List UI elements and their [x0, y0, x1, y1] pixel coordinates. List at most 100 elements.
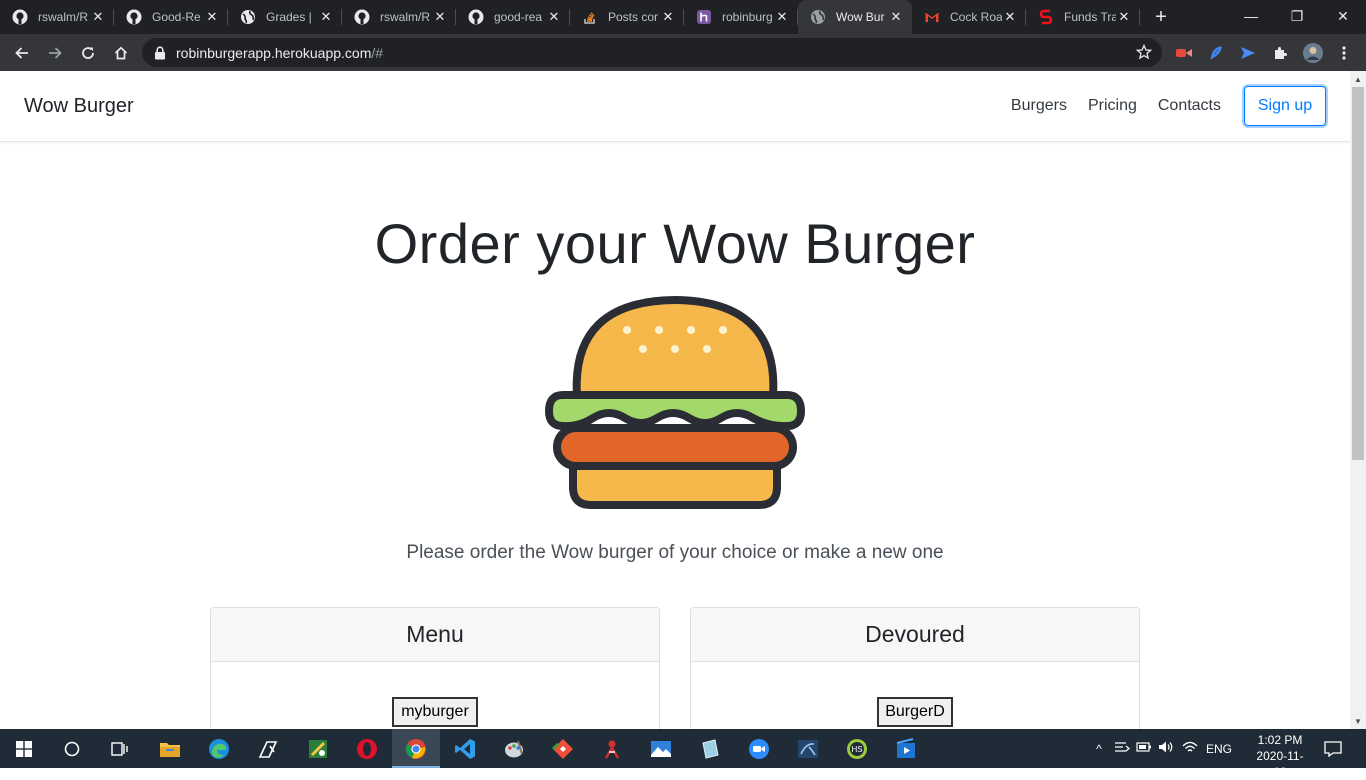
page-title: Order your Wow Burger	[374, 212, 976, 275]
photos-icon[interactable]	[637, 729, 685, 768]
svg-text:HS: HS	[851, 745, 862, 754]
browser-tab[interactable]: rswalm/R ✕	[0, 0, 114, 34]
file-explorer-icon[interactable]	[146, 729, 194, 768]
close-icon[interactable]: ✕	[432, 9, 448, 25]
address-bar[interactable]: robinburgerapp.herokuapp.com/#	[142, 38, 1162, 67]
more-menu-icon[interactable]	[1330, 34, 1358, 71]
browser-tab[interactable]: Posts cor ✕	[570, 0, 684, 34]
close-icon[interactable]: ✕	[1002, 9, 1018, 25]
action-center-icon[interactable]	[1310, 729, 1356, 768]
stackoverflow-icon	[582, 9, 598, 25]
url-host: robinburgerapp.herokuapp.com	[176, 44, 372, 61]
extension-icon-play[interactable]	[1234, 34, 1262, 71]
browser-tab[interactable]: Good-Re ✕	[114, 0, 228, 34]
burger-illustration-icon	[545, 296, 805, 509]
devoured-burger-button[interactable]: BurgerD	[877, 697, 953, 727]
close-icon[interactable]: ✕	[90, 9, 106, 25]
movies-tv-icon[interactable]	[882, 729, 930, 768]
browser-tabstrip: rswalm/R ✕ Good-Re ✕ Grades | ✕ rswalm/R…	[0, 0, 1366, 34]
extension-icon-feather[interactable]	[1202, 34, 1230, 71]
tab-title: Good-Re	[152, 10, 201, 24]
home-icon[interactable]	[105, 37, 137, 69]
nav-link-pricing[interactable]: Pricing	[1088, 97, 1137, 115]
browser-tab[interactable]: rswalm/R ✕	[342, 0, 456, 34]
battery-icon[interactable]	[1136, 741, 1152, 756]
gitkraken-icon[interactable]	[539, 729, 587, 768]
close-icon[interactable]: ✕	[546, 9, 562, 25]
chrome-browser-icon[interactable]	[392, 729, 440, 768]
scrollbar-thumb[interactable]	[1352, 87, 1364, 460]
github-icon	[354, 9, 370, 25]
tab-title: rswalm/R	[380, 10, 430, 24]
app-icon-tools[interactable]	[294, 729, 342, 768]
site-navbar: Wow Burger Burgers Pricing Contacts Sign…	[0, 71, 1350, 142]
app-icon-glass[interactable]	[686, 729, 734, 768]
bookmark-star-icon[interactable]	[1135, 43, 1153, 63]
lock-icon[interactable]	[154, 45, 166, 60]
scroll-up-arrow-icon[interactable]: ▲	[1350, 71, 1366, 87]
extension-icon-red[interactable]	[1170, 34, 1198, 71]
reload-icon[interactable]	[72, 37, 104, 69]
extensions-puzzle-icon[interactable]	[1266, 34, 1294, 71]
notification-center-tray-icon[interactable]	[1114, 740, 1130, 757]
tab-title: rswalm/R	[38, 10, 88, 24]
vscode-icon[interactable]	[441, 729, 489, 768]
page-scrollbar[interactable]: ▲ ▼	[1350, 71, 1366, 729]
close-window-icon[interactable]: ✕	[1320, 0, 1366, 32]
cortana-search-icon[interactable]	[48, 729, 96, 768]
browser-tab[interactable]: Funds Tra ✕	[1026, 0, 1140, 34]
back-arrow-icon[interactable]	[6, 37, 38, 69]
restore-icon[interactable]: ❐	[1274, 0, 1320, 32]
profile-avatar-icon[interactable]	[1299, 34, 1327, 71]
heroku-icon	[696, 9, 712, 25]
nav-link-contacts[interactable]: Contacts	[1158, 97, 1221, 115]
opera-browser-icon[interactable]	[343, 729, 391, 768]
minimize-icon[interactable]: —	[1228, 0, 1274, 32]
browser-tab[interactable]: good-rea ✕	[456, 0, 570, 34]
snipping-tool-icon[interactable]	[244, 729, 292, 768]
chevron-up-icon[interactable]: ^	[1092, 742, 1106, 756]
close-icon[interactable]: ✕	[660, 9, 676, 25]
tab-title: good-rea	[494, 10, 543, 24]
new-tab-button[interactable]: +	[1146, 0, 1176, 34]
paint-palette-icon[interactable]	[490, 729, 538, 768]
browser-tab-active[interactable]: Wow Bur ✕	[798, 0, 912, 34]
devoured-card-title: Devoured	[691, 608, 1139, 662]
globe-icon	[810, 9, 826, 25]
taskbar-clock[interactable]: 1:02 PM 2020-11-10	[1250, 732, 1310, 780]
site-brand[interactable]: Wow Burger	[24, 95, 134, 118]
wifi-icon[interactable]	[1182, 740, 1198, 757]
close-icon[interactable]: ✕	[1116, 9, 1132, 25]
scroll-down-arrow-icon[interactable]: ▼	[1350, 713, 1366, 729]
gmail-icon	[924, 9, 940, 25]
globe-icon	[240, 9, 256, 25]
mysql-workbench-icon[interactable]	[784, 729, 832, 768]
clock-date: 2020-11-10	[1256, 749, 1304, 779]
close-icon[interactable]: ✕	[204, 9, 220, 25]
browser-tab[interactable]: Grades | ✕	[228, 0, 342, 34]
github-icon	[12, 9, 28, 25]
hotspot-shield-icon[interactable]: HS	[833, 729, 881, 768]
page-subtitle: Please order the Wow burger of your choi…	[406, 542, 944, 563]
app-icon-red-figure[interactable]	[588, 729, 636, 768]
tab-title: Cock Roa	[950, 10, 1002, 24]
menu-card: Menu myburger	[210, 607, 660, 729]
nav-link-burgers[interactable]: Burgers	[1011, 97, 1067, 115]
browser-tab[interactable]: Cock Roa ✕	[912, 0, 1026, 34]
github-icon	[126, 9, 142, 25]
task-view-icon[interactable]	[96, 729, 144, 768]
forward-arrow-icon[interactable]	[39, 37, 71, 69]
browser-tab[interactable]: robinburg ✕	[684, 0, 798, 34]
close-icon[interactable]: ✕	[888, 9, 904, 25]
window-controls: — ❐ ✕	[1228, 0, 1366, 34]
volume-icon[interactable]	[1158, 740, 1174, 757]
signup-button[interactable]: Sign up	[1244, 86, 1326, 126]
language-indicator[interactable]: ENG	[1206, 742, 1232, 756]
windows-start-icon[interactable]	[0, 729, 48, 768]
close-icon[interactable]: ✕	[318, 9, 334, 25]
edge-browser-icon[interactable]	[195, 729, 243, 768]
menu-card-title: Menu	[211, 608, 659, 662]
zoom-app-icon[interactable]	[735, 729, 783, 768]
close-icon[interactable]: ✕	[774, 9, 790, 25]
menu-burger-button[interactable]: myburger	[392, 697, 478, 727]
